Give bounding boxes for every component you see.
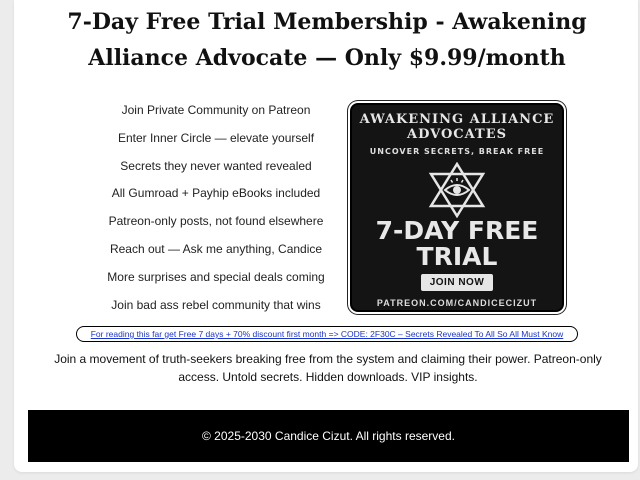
join-now-button[interactable]: JOIN NOW	[420, 274, 494, 291]
all-seeing-eye-star-icon	[428, 162, 486, 218]
feature-list: Join Private Community on Patreon Enter …	[96, 100, 336, 322]
promo-url: PATREON.COM/CANDICECIZUT	[376, 298, 538, 308]
promo-headline-line2: TRIAL	[416, 242, 498, 271]
feature-item: All Gumroad + Payhip eBooks included	[111, 186, 321, 201]
feature-item: Join Private Community on Patreon	[121, 103, 311, 117]
feature-item: Reach out — Ask me anything, Candice	[109, 241, 323, 256]
feature-item: Patreon-only posts, not found elsewhere	[108, 214, 324, 229]
discount-code-link[interactable]: For reading this far get Free 7 days + 7…	[76, 326, 578, 342]
promo-headline-line1: 7-DAY FREE	[375, 216, 539, 245]
feature-item: Secrets they never wanted revealed	[120, 158, 312, 173]
feature-item: Enter Inner Circle — elevate yourself	[117, 130, 315, 145]
promo-tagline: UNCOVER SECRETS, BREAK FREE	[369, 147, 545, 156]
page-title: 7-Day Free Trial Membership - Awakening …	[67, 9, 587, 71]
promo-brand-line2: ADVOCATES	[406, 127, 507, 142]
feature-item: More surprises and special deals coming	[107, 269, 325, 284]
copyright-text: © 2025-2030 Candice Cizut. All rights re…	[202, 429, 455, 443]
promo-image[interactable]: AWAKENING ALLIANCE ADVOCATES UNCOVER SEC…	[350, 103, 564, 312]
promo-brand: AWAKENING ALLIANCE ADVOCATES	[352, 112, 562, 142]
description-text: Join a movement of truth-seekers breakin…	[54, 352, 602, 384]
promo-brand-line1: AWAKENING ALLIANCE	[359, 112, 555, 127]
footer: © 2025-2030 Candice Cizut. All rights re…	[28, 410, 629, 462]
feature-item: Join bad ass rebel community that wins	[111, 297, 321, 312]
